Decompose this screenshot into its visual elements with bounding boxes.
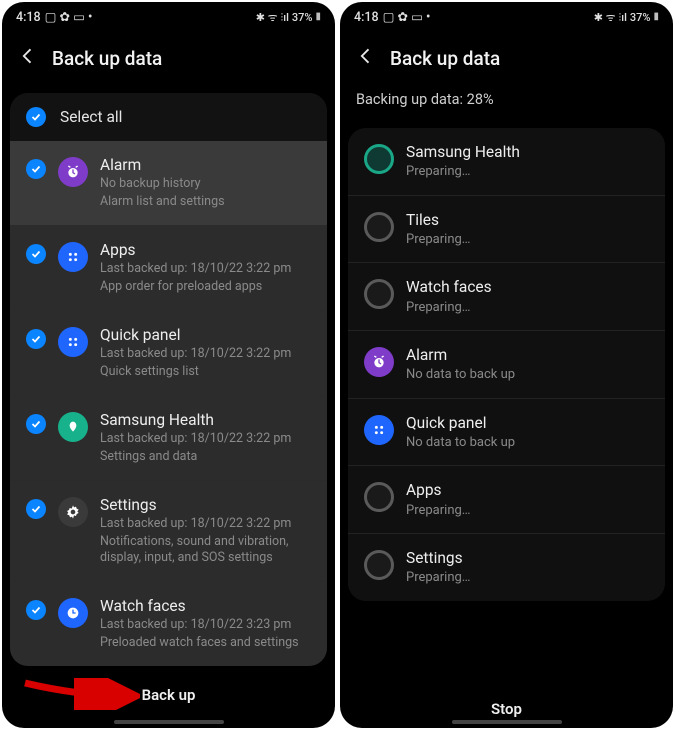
progress-list: Samsung Health Preparing… Tiles Preparin… [348, 128, 665, 601]
apps-icon [58, 242, 88, 272]
item-title: Samsung Health [100, 410, 311, 430]
item-title: Apps [100, 240, 311, 260]
battery-icon: ▮ [653, 12, 659, 22]
phone-screenshot-right: 4:18 ▢ ✿ ▭ • ✱ ᯤ ⫶ıl 37% ▮ Back up data … [340, 2, 673, 728]
item-subtitle: Last backed up: 18/10/22 3:23 pm [100, 617, 311, 634]
select-all-label: Select all [60, 108, 122, 126]
item-title: Watch faces [100, 596, 311, 616]
item-title: Tiles [406, 210, 649, 230]
checkbox-icon[interactable] [26, 600, 46, 620]
home-indicator[interactable] [114, 720, 224, 724]
phone-screenshot-left: 4:18 ▢ ✿ ▭ • ✱ ᯤ ⫶ıl 37% ▮ Back up data … [2, 2, 335, 728]
page-header: Back up data [340, 32, 673, 85]
list-item: Watch faces Preparing… [348, 263, 665, 331]
item-status: No data to back up [406, 366, 649, 384]
checkbox-icon[interactable] [26, 329, 46, 349]
gear-icon [58, 497, 88, 527]
clock-icon [58, 598, 88, 628]
progress-ring-icon [364, 144, 394, 174]
item-subtitle: Last backed up: 18/10/22 3:22 pm [100, 261, 311, 278]
progress-ring-icon [364, 212, 394, 242]
list-item: Alarm No data to back up [348, 331, 665, 399]
list-item: Samsung Health Preparing… [348, 128, 665, 196]
item-description: Preloaded watch faces and settings [100, 635, 311, 652]
list-item: Apps Preparing… [348, 466, 665, 534]
checkbox-icon[interactable] [26, 499, 46, 519]
item-title: Watch faces [406, 277, 649, 297]
item-title: Settings [100, 495, 311, 515]
item-title: Apps [406, 480, 649, 500]
page-title: Back up data [390, 47, 500, 70]
item-title: Samsung Health [406, 142, 649, 162]
backup-list: Select all Alarm No backup history Alarm… [10, 93, 327, 666]
list-item[interactable]: Settings Last backed up: 18/10/22 3:22 p… [10, 481, 327, 583]
status-battery: 37% [292, 11, 313, 24]
checkbox-icon[interactable] [26, 414, 46, 434]
item-description: Quick settings list [100, 364, 311, 381]
health-icon [58, 412, 88, 442]
item-subtitle: Last backed up: 18/10/22 3:22 pm [100, 431, 311, 448]
status-left-icons: ▢ ✿ ▭ • [45, 9, 93, 25]
progress-ring-icon [364, 550, 394, 580]
list-item[interactable]: Samsung Health Last backed up: 18/10/22 … [10, 396, 327, 481]
status-bar: 4:18 ▢ ✿ ▭ • ✱ ᯤ ⫶ıl 37% ▮ [340, 2, 673, 32]
status-time: 4:18 [354, 10, 379, 25]
page-header: Back up data [2, 32, 335, 85]
list-item[interactable]: Quick panel Last backed up: 18/10/22 3:2… [10, 311, 327, 396]
stop-button-label: Stop [491, 700, 522, 718]
item-status: Preparing… [406, 569, 649, 587]
status-right-icons: ✱ ᯤ ⫶ıl [594, 10, 627, 25]
alarm-icon [58, 157, 88, 187]
status-left-icons: ▢ ✿ ▭ • [383, 9, 431, 25]
progress-label: Backing up data: 28% [340, 85, 673, 120]
progress-ring-icon [364, 279, 394, 309]
item-status: Preparing… [406, 231, 649, 249]
status-battery: 37% [630, 11, 651, 24]
checkbox-icon[interactable] [26, 244, 46, 264]
item-title: Alarm [406, 345, 649, 365]
item-status: Preparing… [406, 299, 649, 317]
backup-button-label: Back up [142, 686, 196, 704]
list-item[interactable]: Apps Last backed up: 18/10/22 3:22 pm Ap… [10, 226, 327, 311]
grid-icon [58, 327, 88, 357]
item-title: Quick panel [406, 413, 649, 433]
item-status: Preparing… [406, 502, 649, 520]
list-item: Tiles Preparing… [348, 196, 665, 264]
item-subtitle: Last backed up: 18/10/22 3:22 pm [100, 346, 311, 363]
select-all-row[interactable]: Select all [10, 93, 327, 141]
status-time: 4:18 [16, 10, 41, 25]
item-description: Settings and data [100, 449, 311, 466]
back-icon[interactable] [356, 46, 376, 71]
status-right-icons: ✱ ᯤ ⫶ıl [256, 10, 289, 25]
backup-button[interactable]: Back up [2, 666, 335, 714]
home-indicator[interactable] [452, 720, 562, 724]
alarm-icon [364, 347, 394, 377]
checkbox-icon[interactable] [26, 107, 46, 127]
item-title: Quick panel [100, 325, 311, 345]
back-icon[interactable] [18, 46, 38, 71]
progress-ring-icon [364, 482, 394, 512]
list-item: Quick panel No data to back up [348, 399, 665, 467]
item-status: Preparing… [406, 163, 649, 181]
grid-icon [364, 415, 394, 445]
item-subtitle: Last backed up: 18/10/22 3:22 pm [100, 516, 311, 533]
item-title: Settings [406, 548, 649, 568]
status-bar: 4:18 ▢ ✿ ▭ • ✱ ᯤ ⫶ıl 37% ▮ [2, 2, 335, 32]
item-status: No data to back up [406, 434, 649, 452]
list-item[interactable]: Alarm No backup history Alarm list and s… [10, 141, 327, 226]
list-item[interactable]: Watch faces Last backed up: 18/10/22 3:2… [10, 582, 327, 666]
page-title: Back up data [52, 47, 162, 70]
list-item: Settings Preparing… [348, 534, 665, 601]
checkbox-icon[interactable] [26, 159, 46, 179]
item-description: Alarm list and settings [100, 194, 311, 211]
battery-icon: ▮ [315, 12, 321, 22]
item-description: Notifications, sound and vibration, disp… [100, 534, 311, 568]
item-title: Alarm [100, 155, 311, 175]
item-subtitle: No backup history [100, 176, 311, 193]
item-description: App order for preloaded apps [100, 279, 311, 296]
